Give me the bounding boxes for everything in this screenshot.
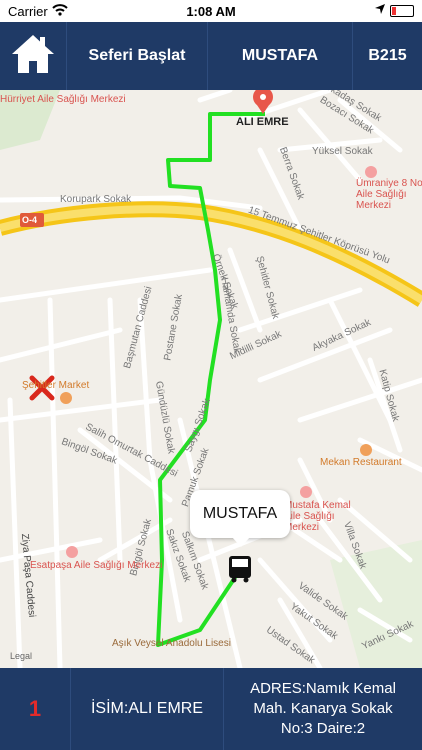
- highway-shield-label: O-4: [22, 215, 38, 225]
- passenger-name: İSİM:ALI EMRE: [71, 668, 224, 750]
- battery-icon: [390, 5, 414, 17]
- map-view[interactable]: ALI EMRE Korupark Sokak 15 Temmuz Şehitl…: [0, 90, 422, 668]
- start-trip-button[interactable]: Seferi Başlat: [67, 22, 208, 90]
- driver-name: MUSTAFA: [208, 22, 353, 90]
- address-line: ADRES:Namık Kemal: [250, 680, 396, 697]
- address-line: Mah. Kanarya Sokak: [253, 700, 393, 717]
- poi-mustafa-kemal: Mustafa Kemal Aile Sağlığı Merkezi: [284, 500, 351, 533]
- street-label: Yüksel Sokak: [312, 146, 373, 157]
- home-button[interactable]: [0, 22, 67, 90]
- status-bar: Carrier 1:08 AM: [0, 0, 422, 22]
- stop-order-number: 1: [0, 668, 71, 750]
- bus-code: B215: [368, 47, 407, 64]
- poi-market: Şehitler Market: [22, 380, 90, 391]
- top-bar: Seferi Başlat MUSTAFA B215: [0, 22, 422, 90]
- home-icon: [9, 32, 57, 81]
- destination-label: ALI EMRE: [236, 116, 289, 128]
- poi-asik: Aşık Veysel Anadolu Lisesi: [112, 638, 231, 649]
- poi-top-left: Hürriyet Aile Sağlığı Merkezi: [0, 94, 126, 105]
- clock: 1:08 AM: [186, 4, 236, 19]
- bottom-bar: 1 İSİM:ALI EMRE ADRES:Namık Kemal Mah. K…: [0, 668, 422, 750]
- map-canvas: [0, 90, 422, 668]
- street-label: Korupark Sokak: [60, 194, 132, 205]
- legal-link[interactable]: Legal: [10, 651, 32, 661]
- poi-esatpasa: Esatpaşa Aile Sağlığı Merkezi: [30, 560, 163, 571]
- bus-callout: MUSTAFA: [190, 490, 290, 547]
- passenger-address: ADRES:Namık Kemal Mah. Kanarya Sokak No:…: [224, 668, 422, 750]
- address-line: No:3 Daire:2: [280, 720, 366, 737]
- location-arrow-icon: [374, 3, 386, 18]
- poi-umraniye: Ümraniye 8 Nolu Aile Sağlığı Merkezi: [356, 178, 422, 211]
- poi-mekan: Mekan Restaurant: [320, 457, 402, 468]
